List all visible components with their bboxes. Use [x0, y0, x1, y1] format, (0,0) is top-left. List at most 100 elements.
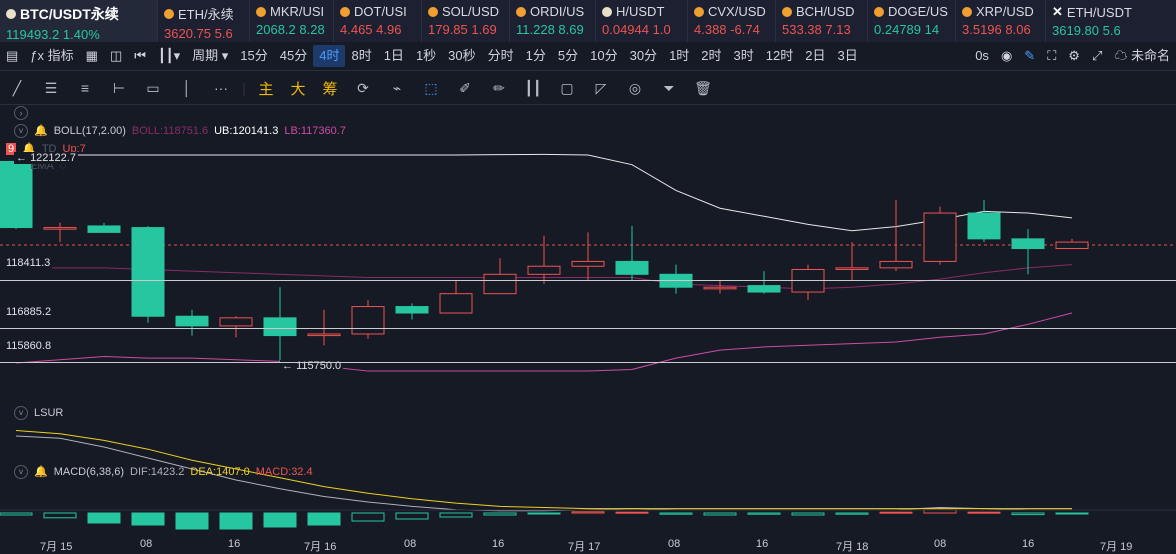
interval-button[interactable]: 10分 [584, 45, 623, 67]
x-axis-label: 08 [404, 538, 417, 550]
interval-button[interactable]: 3日 [831, 45, 863, 67]
text-icon[interactable]: ◸ [584, 80, 618, 97]
settings-icon[interactable]: ⚙ [1062, 45, 1086, 67]
replay-icon[interactable]: ⏮ [128, 45, 152, 67]
interval-button[interactable]: 1分 [520, 45, 552, 67]
tool-icon[interactable]: ⟳ [346, 80, 380, 97]
brush-icon[interactable]: ✐ [448, 80, 482, 97]
ticker-symbol: MKR/USI [270, 4, 325, 19]
ruler-icon[interactable]: ⌁ [380, 80, 414, 97]
ticker-change: 1.40% [62, 27, 100, 42]
ticker-change: 7.13 [825, 22, 851, 37]
candle-body [0, 160, 33, 229]
more-icon[interactable]: ··· [204, 80, 238, 96]
ticker-tab[interactable]: SOL/USD 179.85 1.69 [422, 0, 510, 42]
chevron-down-icon[interactable]: ˅ [14, 465, 28, 480]
ticker-tab[interactable]: DOT/USI 4.465 4.96 [334, 0, 422, 42]
ticker-tab[interactable]: BTC/USDT永续 119493.2 1.40% [0, 0, 158, 42]
hline-icon[interactable]: ⊢ [102, 80, 136, 97]
macd-bar [835, 512, 869, 515]
bell-icon: 🔔 [34, 466, 48, 478]
hlines-icon[interactable]: ☰ [34, 80, 68, 97]
ticker-tab[interactable]: XRP/USD 3.5196 8.06 [956, 0, 1046, 42]
layout-icon[interactable]: ◫ [104, 45, 128, 67]
candle-body [175, 315, 209, 327]
fullscreen-icon[interactable]: ⛶ [1041, 45, 1062, 67]
main-force-button[interactable]: 主 [250, 78, 282, 99]
interval-button[interactable]: 15分 [234, 45, 273, 67]
select-icon[interactable]: ⬚ [414, 80, 448, 97]
magnet-icon[interactable]: ◎ [618, 80, 652, 97]
horizontal-line[interactable] [0, 328, 1176, 329]
camera-icon[interactable]: ◉ [995, 45, 1018, 67]
interval-button[interactable]: 8时 [345, 45, 377, 67]
candle-body [439, 293, 473, 314]
collapse-toggle[interactable]: › [14, 106, 34, 120]
candle-type-icon[interactable]: ┃┃▾ [152, 45, 186, 67]
macd-bar [263, 512, 297, 528]
parallel-lines-icon[interactable]: ≡ [68, 80, 102, 96]
interval-button[interactable]: 2时 [695, 45, 727, 67]
chevron-down-icon[interactable]: ˅ [14, 406, 28, 420]
trendline-icon[interactable]: ╱ [0, 80, 34, 97]
horizontal-line[interactable] [0, 280, 1176, 281]
ticker-change: 8.69 [558, 22, 584, 37]
period-dropdown[interactable]: 周期 ▾ [186, 45, 234, 67]
high-price-label: ← 122122.7 [14, 152, 78, 164]
interval-button[interactable]: 30分 [624, 45, 663, 67]
interval-button[interactable]: 30秒 [442, 45, 481, 67]
interval-button[interactable]: 1日 [378, 45, 410, 67]
interval-button[interactable]: 4时 [313, 45, 346, 67]
ticker-tab[interactable]: DOGE/US 0.24789 14 [868, 0, 956, 42]
chart-area[interactable]: › ˅ 🔔 BOLL(17,2.00) BOLL:118751.6 UB:120141.… [0, 104, 1176, 552]
expand-icon[interactable]: ⤢ [1086, 45, 1108, 67]
chip-button[interactable]: 筹 [314, 78, 346, 99]
big-order-button[interactable]: 大 [282, 78, 314, 99]
vline-icon[interactable]: │ [170, 80, 204, 96]
note-icon[interactable]: ▢ [550, 80, 584, 97]
chevron-down-icon[interactable]: ˅ [14, 124, 28, 139]
line-label: 116885.2 [4, 306, 54, 318]
horizontal-line[interactable] [0, 362, 1176, 363]
cloud-layout-button[interactable]: ☁ 未命名 [1108, 45, 1176, 67]
calendar-icon[interactable]: ▦ [80, 45, 104, 67]
interval-button[interactable]: 12时 [760, 45, 799, 67]
ticker-tab[interactable]: BCH/USD 533.38 7.13 [776, 0, 868, 42]
filter-icon[interactable]: ⏷ [652, 80, 686, 97]
ticker-tab[interactable]: CVX/USD 4.388 -6.74 [688, 0, 776, 42]
candle-body [571, 260, 605, 267]
interval-button[interactable]: 5分 [552, 45, 584, 67]
interval-button[interactable]: 45分 [274, 45, 313, 67]
ticker-symbol: ETH/USDT [1066, 4, 1132, 20]
highlighter-icon[interactable]: ✏ [482, 80, 516, 97]
macd-bar [703, 512, 737, 516]
interval-button[interactable]: 1秒 [410, 45, 442, 67]
x-axis-label: 08 [140, 538, 153, 550]
collapse-icon[interactable]: ▤ [0, 45, 24, 67]
interval-button[interactable]: 分时 [482, 45, 520, 67]
ticker-tab[interactable]: MKR/USI 2068.2 8.28 [250, 0, 334, 42]
bell-icon: 🔔 [34, 125, 48, 137]
trash-icon[interactable]: 🗑 [686, 80, 720, 97]
pen-icon[interactable]: ✎ [1018, 45, 1041, 67]
interval-button[interactable]: 1时 [663, 45, 695, 67]
ticker-tab[interactable]: ✕ ETH/USDT 3619.80 5.6 [1046, 0, 1176, 42]
candle-body [395, 306, 429, 314]
ticker-tab[interactable]: ETH/永续 3620.75 5.6 [158, 0, 250, 42]
interval-button[interactable]: 3时 [728, 45, 760, 67]
ticker-tab[interactable]: ORDI/US 11.228 8.69 [510, 0, 596, 42]
line-label: 118411.3 [4, 257, 53, 269]
ticker-change: 8.06 [1005, 22, 1031, 37]
x-axis-label: 16 [756, 538, 769, 550]
ticker-tab[interactable]: H/USDT 0.04944 1.0 [596, 0, 688, 42]
macd-bar [527, 512, 561, 515]
ticker-symbol: H/USDT [616, 4, 665, 19]
indicators-button[interactable]: ƒx 指标 [24, 45, 79, 67]
rectangle-icon[interactable]: ▭ [136, 80, 170, 97]
ticker-change: 8.28 [299, 22, 325, 37]
chevron-down-icon[interactable]: › [14, 106, 28, 120]
coin-icon [694, 6, 704, 17]
ticker-change: 5.6 [214, 26, 233, 41]
interval-button[interactable]: 2日 [799, 45, 831, 67]
candles-icon[interactable]: ┃┃ [516, 80, 550, 97]
